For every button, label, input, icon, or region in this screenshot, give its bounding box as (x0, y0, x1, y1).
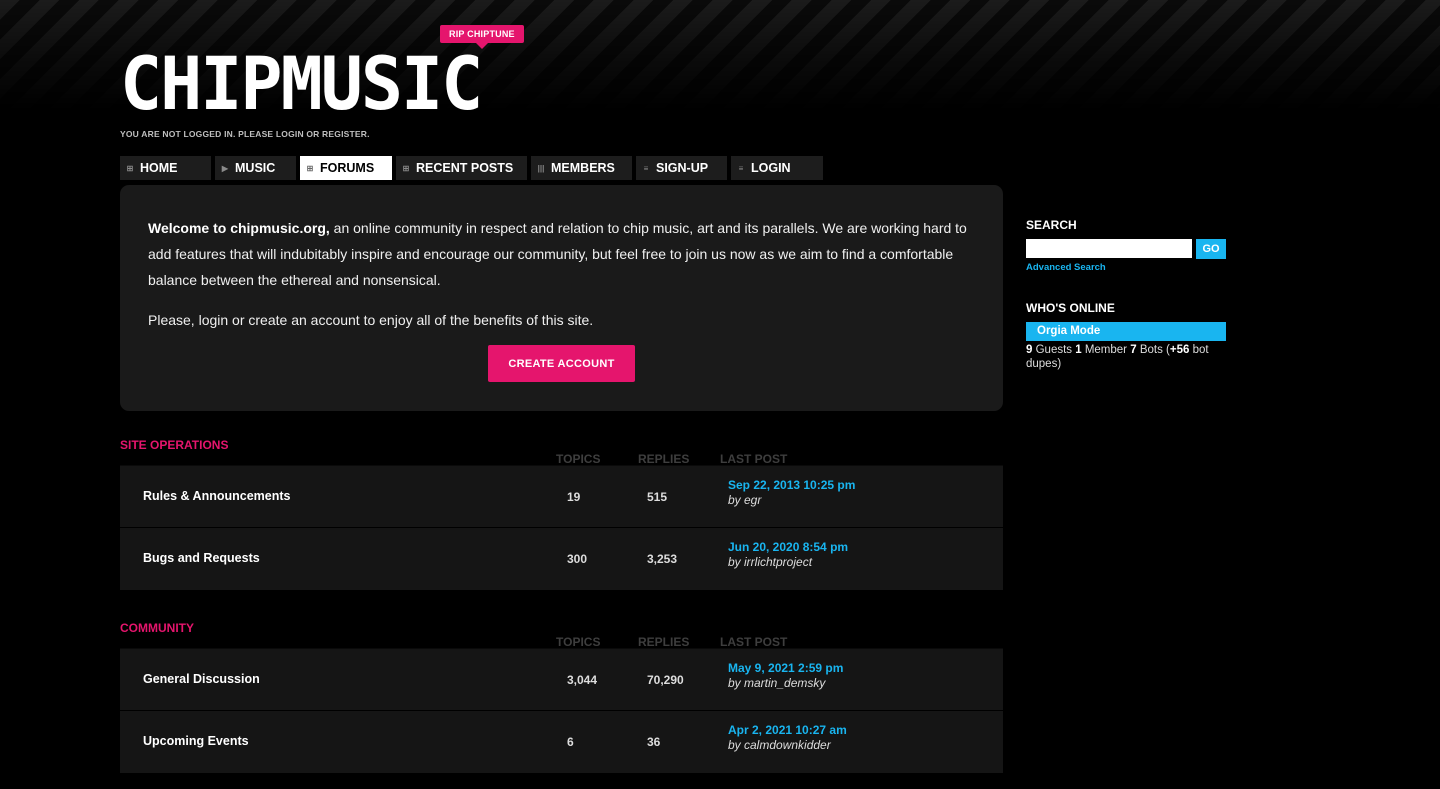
forum-topics-count: 19 (567, 490, 581, 504)
nav-members[interactable]: ||| MEMBERS (531, 156, 632, 180)
welcome-login-hint: Please, login or create an account to en… (148, 312, 594, 328)
rip-chiptune-badge: RIP CHIPTUNE (440, 25, 524, 49)
search-go-button[interactable]: GO (1196, 239, 1226, 259)
nav-label: RECENT POSTS (416, 161, 514, 175)
welcome-text: Welcome to chipmusic.org, an online comm… (148, 215, 975, 293)
bots-label: Bots ( (1136, 344, 1170, 356)
forum-row: Upcoming Events 6 36 Apr 2, 2021 10:27 am by… (120, 710, 1003, 773)
nav-label: SIGN-UP (656, 161, 709, 175)
nav-home[interactable]: ⊞ HOME (120, 156, 211, 180)
list-icon: ≡ (738, 163, 744, 173)
nav-label: LOGIN (751, 161, 791, 175)
nav-label: MEMBERS (551, 161, 615, 175)
nav-music[interactable]: ▶ MUSIC (215, 156, 296, 180)
create-account-button[interactable]: CREATE ACCOUNT (488, 345, 635, 382)
sidebar: SEARCH GO Advanced Search WHO'S ONLINE O… (1026, 218, 1231, 371)
bars-icon: ||| (537, 163, 545, 173)
forum-topics-count: 300 (567, 552, 588, 566)
forum-row: Bugs and Requests 300 3,253 Jun 20, 2020 8:… (120, 527, 1003, 590)
last-post-author: by irrlichtproject (728, 555, 813, 569)
nav-recent-posts[interactable]: ⊞ RECENT POSTS (396, 156, 527, 180)
nav-label: FORUMS (320, 161, 375, 175)
forum-topics-count: 6 (567, 735, 574, 749)
forum-row: Rules & Announcements 19 515 Sep 22, 2013 1… (120, 465, 1003, 527)
forum-name-link[interactable]: General Discussion (143, 672, 260, 686)
whos-online-title: WHO'S ONLINE (1026, 301, 1115, 315)
members-label: Member (1081, 344, 1131, 356)
welcome-bold-intro: Welcome to chipmusic.org, (148, 220, 330, 236)
forum-topics-count: 3,044 (567, 673, 598, 687)
forum-row: General Discussion 3,044 70,290 May 9, 2021… (120, 648, 1003, 710)
list-icon: ≡ (643, 163, 649, 173)
search-row: GO (1026, 239, 1231, 259)
section-title: COMMUNITY (120, 621, 194, 635)
last-post-author: by calmdownkidder (728, 738, 831, 752)
column-header-replies: REPLIES (638, 452, 690, 466)
forum-replies-count: 70,290 (647, 673, 684, 687)
forum-replies-count: 515 (647, 490, 668, 504)
welcome-panel: Welcome to chipmusic.org, an online comm… (120, 185, 1003, 411)
column-header-replies: REPLIES (638, 635, 690, 649)
nav-login[interactable]: ≡ LOGIN (731, 156, 823, 180)
guests-label: Guests (1032, 344, 1076, 356)
last-post-date-link[interactable]: Sep 22, 2013 10:25 pm (728, 478, 855, 492)
last-post-author: by martin_demsky (728, 676, 826, 690)
search-title: SEARCH (1026, 218, 1077, 232)
grid-icon: ⊞ (126, 163, 134, 173)
column-header-topics: TOPICS (556, 452, 601, 466)
last-post-author: by egr (728, 493, 762, 507)
forum-name-link[interactable]: Bugs and Requests (143, 551, 260, 565)
online-stats: 9 Guests 1 Member 7 Bots (+56 bot dupes) (1026, 343, 1231, 371)
grid-icon: ⊞ (402, 163, 410, 173)
forum-name-link[interactable]: Rules & Announcements (143, 489, 290, 503)
forum-name-link[interactable]: Upcoming Events (143, 734, 249, 748)
forum-rows: General Discussion 3,044 70,290 May 9, 2021… (120, 648, 1003, 773)
advanced-search-link[interactable]: Advanced Search (1026, 262, 1231, 273)
last-post-date-link[interactable]: May 9, 2021 2:59 pm (728, 661, 843, 675)
site-logo[interactable]: CHIPMUSIC (120, 42, 483, 126)
main-nav: ⊞ HOME ▶ MUSIC ⊞ FORUMS ⊞ RECENT POSTS ||| MEMBER… (120, 156, 827, 180)
column-header-topics: TOPICS (556, 635, 601, 649)
nav-label: HOME (140, 161, 178, 175)
nav-label: MUSIC (235, 161, 276, 175)
last-post-date-link[interactable]: Jun 20, 2020 8:54 pm (728, 540, 848, 554)
last-post-date-link[interactable]: Apr 2, 2021 10:27 am (728, 723, 847, 737)
column-header-last-post: LAST POST (720, 452, 788, 466)
bot-dupes-count: +56 (1169, 344, 1190, 356)
forum-rows: Rules & Announcements 19 515 Sep 22, 2013 1… (120, 465, 1003, 590)
nav-forums[interactable]: ⊞ FORUMS (300, 156, 392, 180)
forum-replies-count: 3,253 (647, 552, 678, 566)
search-input[interactable] (1026, 239, 1192, 258)
grid-icon: ⊞ (306, 163, 314, 173)
play-icon: ▶ (221, 163, 229, 173)
online-user-orgia-mode[interactable]: Orgia Mode (1026, 322, 1226, 341)
section-title: SITE OPERATIONS (120, 438, 229, 452)
column-header-last-post: LAST POST (720, 635, 788, 649)
forum-replies-count: 36 (647, 735, 661, 749)
nav-sign-up[interactable]: ≡ SIGN-UP (636, 156, 727, 180)
login-status-note: YOU ARE NOT LOGGED IN. PLEASE LOGIN OR R… (120, 129, 370, 139)
